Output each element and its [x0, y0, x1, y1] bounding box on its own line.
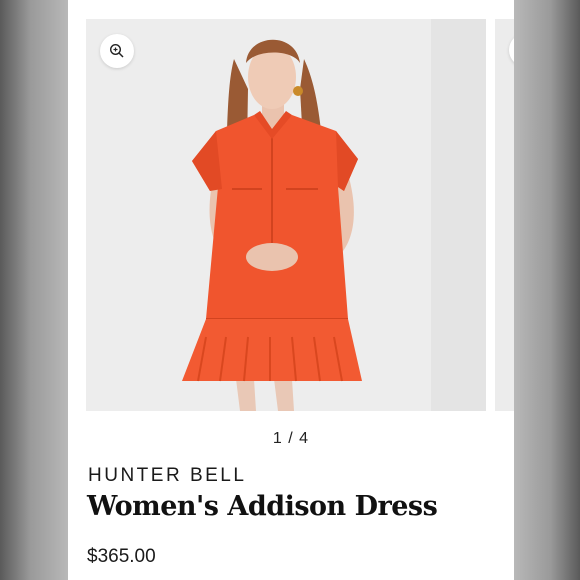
- background-right: [514, 0, 580, 580]
- next-image-peek[interactable]: [495, 19, 514, 411]
- next-image-zoom-button[interactable]: [509, 33, 514, 67]
- zoom-button[interactable]: [100, 34, 134, 68]
- product-card: 1 / 4 HUNTER BELL Women's Addison Dress …: [68, 0, 514, 580]
- background-left: [0, 0, 68, 580]
- brand-name[interactable]: HUNTER BELL: [88, 465, 246, 487]
- product-price: $365.00: [87, 546, 156, 567]
- image-pager: 1 / 4: [272, 430, 310, 447]
- product-image-gallery[interactable]: [86, 19, 486, 411]
- product-title: Women's Addison Dress: [87, 491, 438, 522]
- product-image[interactable]: [86, 19, 486, 411]
- zoom-in-icon: [109, 43, 124, 58]
